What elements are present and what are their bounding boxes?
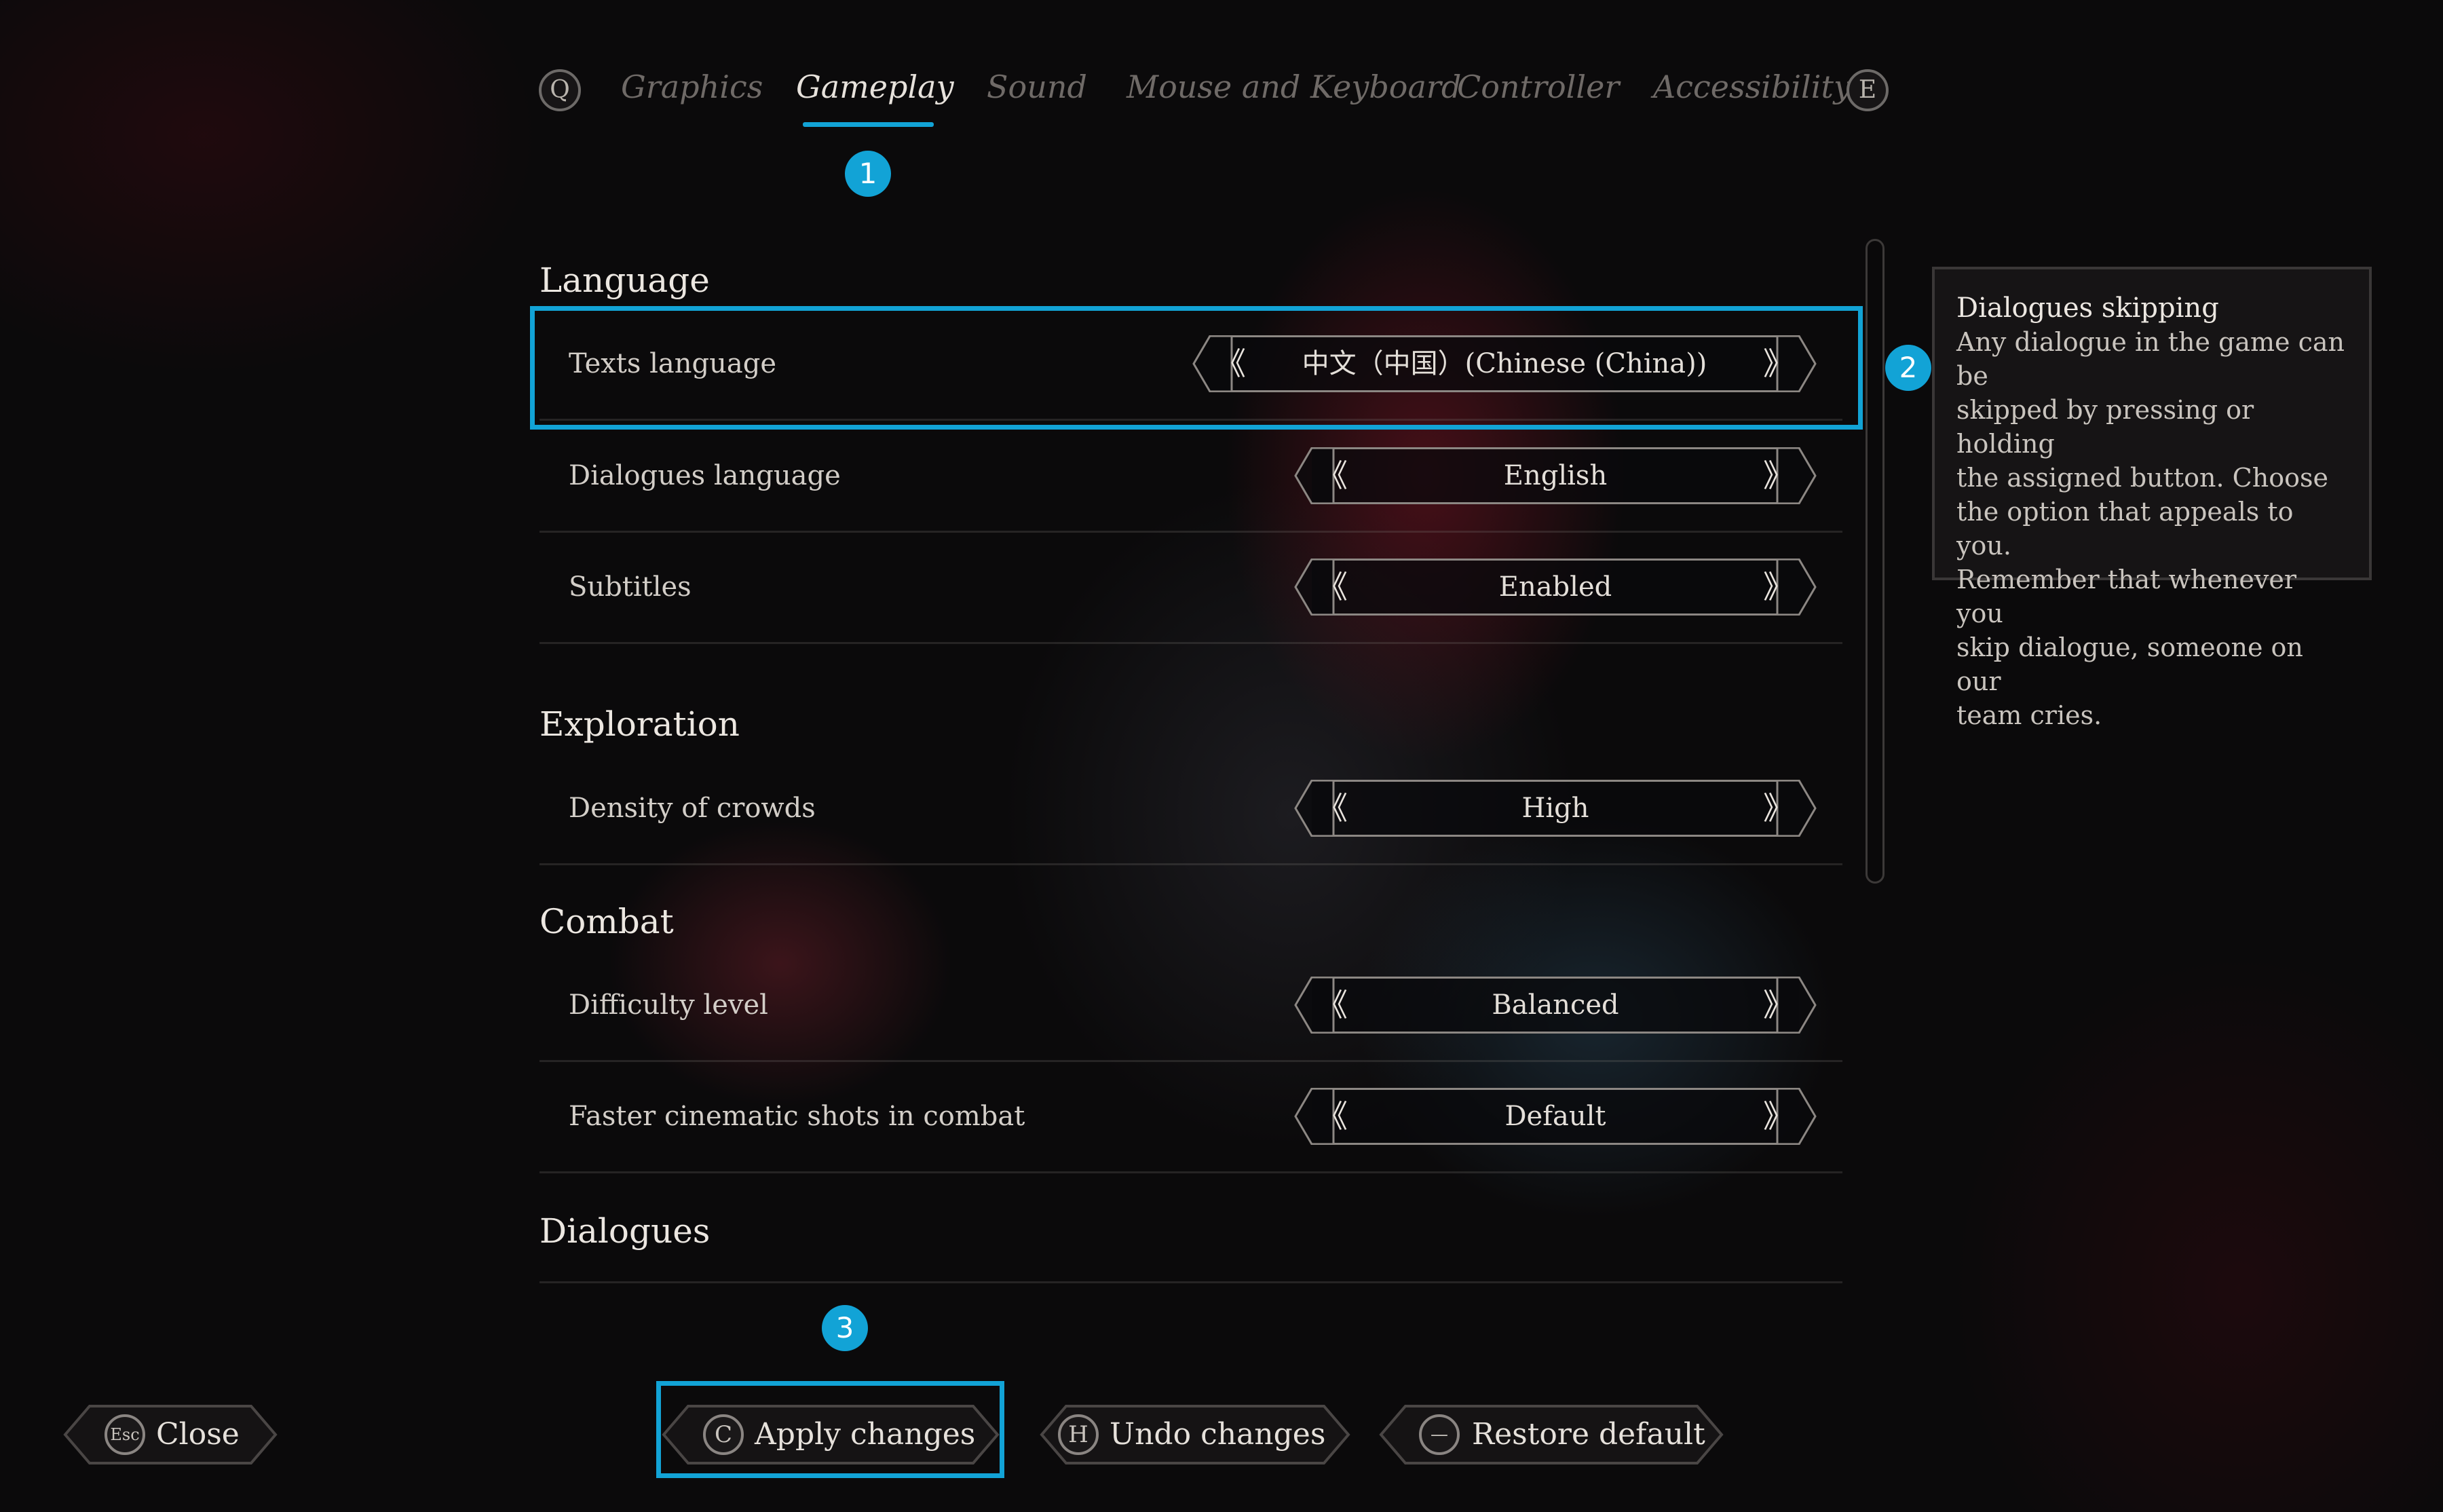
description-line: Remember that whenever you — [1956, 565, 2297, 628]
section-title-combat: Combat — [539, 902, 674, 941]
selector-value: English — [1503, 460, 1608, 491]
annotation-highlight-apply-changes — [656, 1381, 1004, 1478]
setting-row-density-of-crowds[interactable]: Density of crowds 《 High 》 — [539, 753, 1842, 865]
annotation-highlight-texts-language — [530, 306, 1863, 430]
selector-value: Enabled — [1498, 571, 1612, 603]
list-bottom-edge — [539, 1281, 1842, 1283]
restore-default-label: Restore default — [1472, 1417, 1705, 1452]
setting-label: Faster cinematic shots in combat — [569, 1101, 1025, 1132]
tab-mouse-and-keyboard[interactable]: Mouse and Keyboard — [1126, 60, 1461, 114]
next-option-arrow-icon[interactable]: 》 — [1751, 977, 1806, 1034]
description-line: skipped by pressing or holding — [1956, 395, 2254, 459]
description-title: Dialogues skipping — [1956, 292, 2219, 324]
next-option-arrow-icon[interactable]: 》 — [1751, 780, 1806, 837]
selector-value: Balanced — [1492, 989, 1619, 1021]
annotation-badge-2: 2 — [1885, 345, 1931, 391]
setting-row-dialogues-language[interactable]: Dialogues language 《 English 》 — [539, 421, 1842, 533]
annotation-badge-3: 3 — [822, 1305, 868, 1351]
density-of-crowds-selector[interactable]: 《 High 》 — [1294, 780, 1817, 837]
setting-label: Dialogues language — [569, 460, 841, 491]
description-line: Any dialogue in the game can be — [1956, 327, 2345, 391]
next-tab-key-icon[interactable]: E — [1847, 69, 1889, 111]
description-line: the assigned button. Choose — [1956, 463, 2328, 493]
selector-value: Default — [1504, 1101, 1606, 1132]
dialogues-language-selector[interactable]: 《 English 》 — [1294, 447, 1817, 504]
prev-tab-key-icon[interactable]: Q — [539, 69, 581, 111]
selector-value: High — [1521, 793, 1589, 824]
section-title-dialogues: Dialogues — [539, 1211, 711, 1251]
settings-scrollbar[interactable] — [1866, 239, 1885, 884]
h-key-icon: H — [1058, 1414, 1099, 1455]
next-option-arrow-icon[interactable]: 》 — [1751, 559, 1806, 616]
settings-tabs: Q Graphics Gameplay Sound Mouse and Keyb… — [536, 60, 1914, 128]
tab-graphics[interactable]: Graphics — [621, 60, 763, 114]
difficulty-level-selector[interactable]: 《 Balanced 》 — [1294, 977, 1817, 1034]
setting-row-faster-cinematic-shots[interactable]: Faster cinematic shots in combat 《 Defau… — [539, 1061, 1842, 1173]
esc-key-icon: Esc — [105, 1414, 145, 1455]
description-text: Any dialogue in the game can be skipped … — [1956, 325, 2350, 732]
description-line: skip dialogue, someone on our — [1956, 632, 2303, 696]
description-line: team cries. — [1956, 700, 2102, 730]
tab-controller[interactable]: Controller — [1457, 60, 1619, 114]
undo-changes-label: Undo changes — [1110, 1417, 1326, 1452]
next-option-arrow-icon[interactable]: 》 — [1751, 1088, 1806, 1145]
setting-label: Density of crowds — [569, 793, 816, 824]
annotation-badge-1: 1 — [845, 151, 891, 197]
active-tab-underline — [803, 122, 934, 127]
tab-accessibility[interactable]: Accessibility — [1653, 60, 1851, 114]
minus-key-icon: — — [1419, 1414, 1460, 1455]
section-title-language: Language — [539, 261, 710, 300]
faster-cinematic-shots-selector[interactable]: 《 Default 》 — [1294, 1088, 1817, 1145]
next-option-arrow-icon[interactable]: 》 — [1751, 447, 1806, 504]
setting-label: Difficulty level — [569, 989, 768, 1021]
tab-gameplay[interactable]: Gameplay — [796, 60, 954, 114]
close-button[interactable]: Esc Close — [62, 1401, 278, 1469]
undo-changes-button[interactable]: H Undo changes — [1039, 1401, 1351, 1469]
close-label: Close — [156, 1417, 240, 1452]
tab-sound[interactable]: Sound — [987, 60, 1087, 114]
subtitles-selector[interactable]: 《 Enabled 》 — [1294, 559, 1817, 616]
description-line: the option that appeals to you. — [1956, 497, 2294, 561]
section-title-exploration: Exploration — [539, 704, 740, 744]
setting-label: Subtitles — [569, 571, 692, 603]
setting-description-panel: Dialogues skipping Any dialogue in the g… — [1932, 267, 2372, 730]
setting-row-subtitles[interactable]: Subtitles 《 Enabled 》 — [539, 532, 1842, 644]
setting-row-difficulty-level[interactable]: Difficulty level 《 Balanced 》 — [539, 950, 1842, 1062]
restore-default-button[interactable]: — Restore default — [1378, 1401, 1724, 1469]
